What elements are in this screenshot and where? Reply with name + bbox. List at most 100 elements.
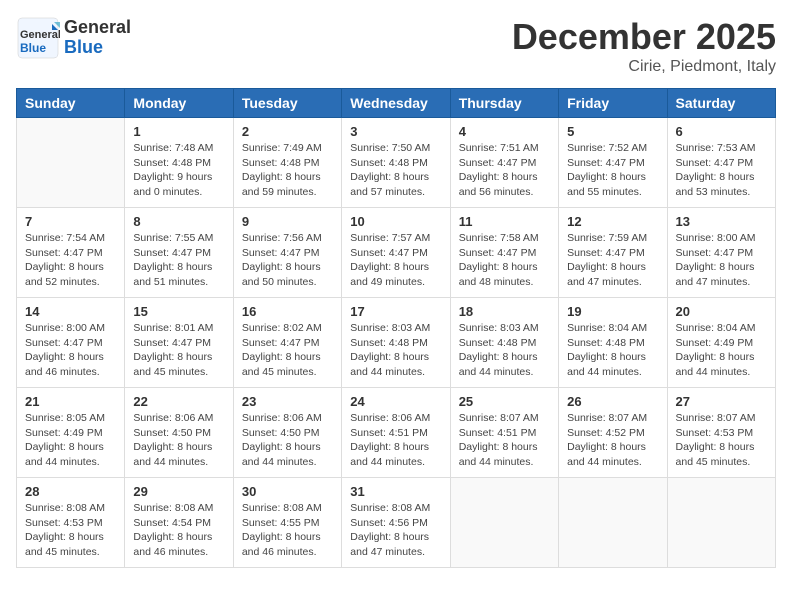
day-info: Sunrise: 8:00 AMSunset: 4:47 PMDaylight:…	[25, 321, 116, 380]
day-number: 25	[459, 394, 550, 409]
calendar-cell: 12 Sunrise: 7:59 AMSunset: 4:47 PMDayligh…	[559, 208, 667, 298]
calendar-cell: 14 Sunrise: 8:00 AMSunset: 4:47 PMDayligh…	[17, 298, 125, 388]
day-info: Sunrise: 8:08 AMSunset: 4:55 PMDaylight:…	[242, 501, 333, 560]
day-number: 22	[133, 394, 224, 409]
calendar-cell: 22 Sunrise: 8:06 AMSunset: 4:50 PMDayligh…	[125, 388, 233, 478]
day-info: Sunrise: 8:03 AMSunset: 4:48 PMDaylight:…	[459, 321, 550, 380]
day-info: Sunrise: 7:53 AMSunset: 4:47 PMDaylight:…	[676, 141, 767, 200]
calendar-header-thursday: Thursday	[450, 89, 558, 118]
calendar-cell: 28 Sunrise: 8:08 AMSunset: 4:53 PMDayligh…	[17, 478, 125, 568]
day-info: Sunrise: 8:04 AMSunset: 4:48 PMDaylight:…	[567, 321, 658, 380]
location: Cirie, Piedmont, Italy	[512, 58, 776, 76]
day-info: Sunrise: 7:54 AMSunset: 4:47 PMDaylight:…	[25, 231, 116, 290]
day-info: Sunrise: 7:56 AMSunset: 4:47 PMDaylight:…	[242, 231, 333, 290]
day-number: 7	[25, 214, 116, 229]
calendar-cell: 16 Sunrise: 8:02 AMSunset: 4:47 PMDayligh…	[233, 298, 341, 388]
calendar-header-sunday: Sunday	[17, 89, 125, 118]
day-number: 9	[242, 214, 333, 229]
calendar-cell: 8 Sunrise: 7:55 AMSunset: 4:47 PMDaylight…	[125, 208, 233, 298]
day-number: 29	[133, 484, 224, 499]
day-info: Sunrise: 7:58 AMSunset: 4:47 PMDaylight:…	[459, 231, 550, 290]
calendar-table: SundayMondayTuesdayWednesdayThursdayFrid…	[16, 88, 776, 568]
day-info: Sunrise: 7:52 AMSunset: 4:47 PMDaylight:…	[567, 141, 658, 200]
calendar-cell: 6 Sunrise: 7:53 AMSunset: 4:47 PMDaylight…	[667, 118, 775, 208]
day-number: 30	[242, 484, 333, 499]
day-number: 12	[567, 214, 658, 229]
svg-text:Blue: Blue	[20, 41, 46, 55]
day-info: Sunrise: 7:50 AMSunset: 4:48 PMDaylight:…	[350, 141, 441, 200]
day-info: Sunrise: 8:06 AMSunset: 4:50 PMDaylight:…	[242, 411, 333, 470]
calendar-header-row: SundayMondayTuesdayWednesdayThursdayFrid…	[17, 89, 776, 118]
svg-text:General: General	[20, 29, 60, 41]
page-header: General Blue General Blue December 2025 …	[16, 16, 776, 76]
day-info: Sunrise: 8:00 AMSunset: 4:47 PMDaylight:…	[676, 231, 767, 290]
calendar-cell	[17, 118, 125, 208]
day-number: 6	[676, 124, 767, 139]
day-number: 5	[567, 124, 658, 139]
day-number: 23	[242, 394, 333, 409]
calendar-week-2: 7 Sunrise: 7:54 AMSunset: 4:47 PMDaylight…	[17, 208, 776, 298]
logo-text: General Blue	[64, 18, 131, 58]
calendar-cell: 23 Sunrise: 8:06 AMSunset: 4:50 PMDayligh…	[233, 388, 341, 478]
day-number: 1	[133, 124, 224, 139]
day-number: 14	[25, 304, 116, 319]
calendar-cell: 19 Sunrise: 8:04 AMSunset: 4:48 PMDayligh…	[559, 298, 667, 388]
day-number: 19	[567, 304, 658, 319]
calendar-cell: 2 Sunrise: 7:49 AMSunset: 4:48 PMDaylight…	[233, 118, 341, 208]
day-number: 13	[676, 214, 767, 229]
day-number: 8	[133, 214, 224, 229]
calendar-cell: 10Sunrise: 7:57 AMSunset: 4:47 PMDayligh…	[342, 208, 450, 298]
calendar-cell: 29Sunrise: 8:08 AMSunset: 4:54 PMDayligh…	[125, 478, 233, 568]
day-info: Sunrise: 8:07 AMSunset: 4:53 PMDaylight:…	[676, 411, 767, 470]
day-info: Sunrise: 8:06 AMSunset: 4:50 PMDaylight:…	[133, 411, 224, 470]
day-info: Sunrise: 7:55 AMSunset: 4:47 PMDaylight:…	[133, 231, 224, 290]
calendar-cell: 1Sunrise: 7:48 AMSunset: 4:48 PMDaylight…	[125, 118, 233, 208]
day-number: 11	[459, 214, 550, 229]
calendar-week-5: 28 Sunrise: 8:08 AMSunset: 4:53 PMDayligh…	[17, 478, 776, 568]
day-number: 20	[676, 304, 767, 319]
calendar-cell: 24 Sunrise: 8:06 AMSunset: 4:51 PMDayligh…	[342, 388, 450, 478]
day-info: Sunrise: 7:51 AMSunset: 4:47 PMDaylight:…	[459, 141, 550, 200]
day-info: Sunrise: 8:08 AMSunset: 4:56 PMDaylight:…	[350, 501, 441, 560]
day-info: Sunrise: 7:59 AMSunset: 4:47 PMDaylight:…	[567, 231, 658, 290]
day-number: 21	[25, 394, 116, 409]
day-number: 15	[133, 304, 224, 319]
day-info: Sunrise: 8:08 AMSunset: 4:53 PMDaylight:…	[25, 501, 116, 560]
day-info: Sunrise: 8:05 AMSunset: 4:49 PMDaylight:…	[25, 411, 116, 470]
calendar-header-tuesday: Tuesday	[233, 89, 341, 118]
calendar-cell: 26Sunrise: 8:07 AMSunset: 4:52 PMDayligh…	[559, 388, 667, 478]
calendar-cell: 13 Sunrise: 8:00 AMSunset: 4:47 PMDayligh…	[667, 208, 775, 298]
day-number: 10	[350, 214, 441, 229]
day-number: 17	[350, 304, 441, 319]
calendar-cell: 30 Sunrise: 8:08 AMSunset: 4:55 PMDayligh…	[233, 478, 341, 568]
calendar-week-4: 21 Sunrise: 8:05 AMSunset: 4:49 PMDayligh…	[17, 388, 776, 478]
day-number: 27	[676, 394, 767, 409]
day-number: 28	[25, 484, 116, 499]
calendar-cell: 18Sunrise: 8:03 AMSunset: 4:48 PMDayligh…	[450, 298, 558, 388]
calendar-cell: 3 Sunrise: 7:50 AMSunset: 4:48 PMDaylight…	[342, 118, 450, 208]
calendar-cell: 7 Sunrise: 7:54 AMSunset: 4:47 PMDaylight…	[17, 208, 125, 298]
day-info: Sunrise: 8:01 AMSunset: 4:47 PMDaylight:…	[133, 321, 224, 380]
day-number: 31	[350, 484, 441, 499]
day-number: 2	[242, 124, 333, 139]
logo-icon: General Blue	[16, 16, 60, 60]
day-info: Sunrise: 7:49 AMSunset: 4:48 PMDaylight:…	[242, 141, 333, 200]
calendar-header-monday: Monday	[125, 89, 233, 118]
day-info: Sunrise: 8:07 AMSunset: 4:51 PMDaylight:…	[459, 411, 550, 470]
day-number: 3	[350, 124, 441, 139]
calendar-cell	[667, 478, 775, 568]
day-number: 16	[242, 304, 333, 319]
calendar-cell	[559, 478, 667, 568]
day-info: Sunrise: 8:06 AMSunset: 4:51 PMDaylight:…	[350, 411, 441, 470]
calendar-cell	[450, 478, 558, 568]
calendar-header-wednesday: Wednesday	[342, 89, 450, 118]
calendar-cell: 20Sunrise: 8:04 AMSunset: 4:49 PMDayligh…	[667, 298, 775, 388]
calendar-cell: 17Sunrise: 8:03 AMSunset: 4:48 PMDayligh…	[342, 298, 450, 388]
day-number: 24	[350, 394, 441, 409]
logo-blue: Blue	[64, 38, 131, 58]
calendar-cell: 21 Sunrise: 8:05 AMSunset: 4:49 PMDayligh…	[17, 388, 125, 478]
calendar-week-3: 14 Sunrise: 8:00 AMSunset: 4:47 PMDayligh…	[17, 298, 776, 388]
calendar-cell: 25 Sunrise: 8:07 AMSunset: 4:51 PMDayligh…	[450, 388, 558, 478]
day-info: Sunrise: 8:02 AMSunset: 4:47 PMDaylight:…	[242, 321, 333, 380]
calendar-cell: 9 Sunrise: 7:56 AMSunset: 4:47 PMDaylight…	[233, 208, 341, 298]
